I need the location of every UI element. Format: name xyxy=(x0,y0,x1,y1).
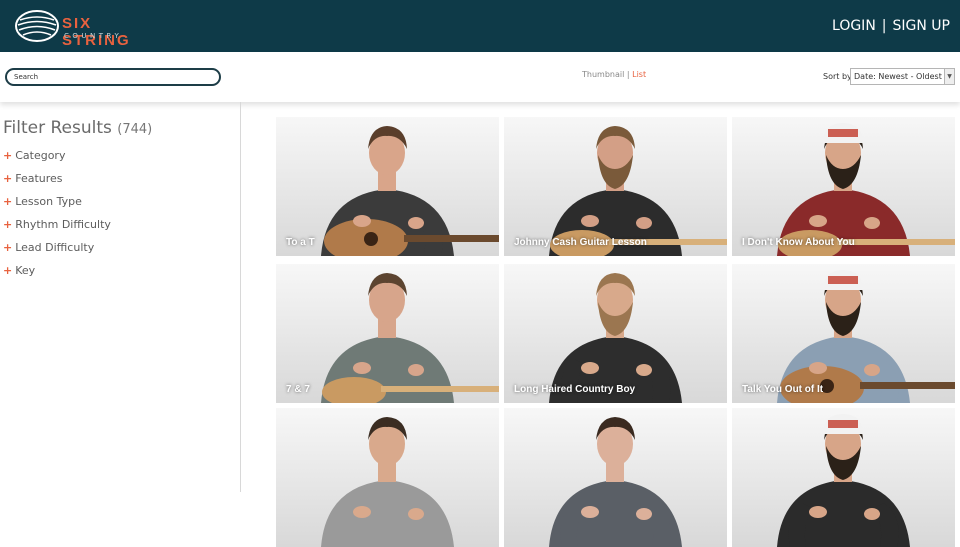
filter-item-label: Category xyxy=(15,149,66,162)
auth-links: LOGIN | SIGN UP xyxy=(832,18,950,34)
filter-item[interactable]: + Lesson Type xyxy=(3,190,111,213)
lesson-title: 7 & 7 xyxy=(286,384,310,395)
filter-list: + Category + Features + Lesson Type + Rhythm Di… xyxy=(3,144,111,282)
filter-item-label: Key xyxy=(15,264,36,277)
lesson-card[interactable]: Long Haired Country Boy xyxy=(504,264,727,403)
plus-icon: + xyxy=(3,172,13,185)
logo-emblem-icon xyxy=(15,10,59,42)
sort-select[interactable]: Date: Newest - Oldest ▼ xyxy=(850,68,955,85)
lesson-thumbnail xyxy=(777,123,955,256)
sort-label: Sort by xyxy=(823,72,852,81)
plus-icon: + xyxy=(3,241,13,254)
lesson-title: Talk You Out of It xyxy=(742,384,824,395)
lesson-title: Johnny Cash Guitar Lesson xyxy=(514,237,647,248)
filter-item[interactable]: + Features xyxy=(3,167,111,190)
filter-item-label: Rhythm Difficulty xyxy=(15,218,111,231)
lesson-thumbnail xyxy=(549,273,682,403)
lesson-card[interactable] xyxy=(732,408,955,547)
search-input[interactable] xyxy=(5,68,221,86)
lesson-card[interactable] xyxy=(504,408,727,547)
site-logo[interactable]: SIX STRING COUNTRY xyxy=(14,8,164,49)
filter-item-label: Lead Difficulty xyxy=(15,241,95,254)
filter-heading: Filter Results (744) xyxy=(3,118,152,138)
lesson-title: I Don't Know About You xyxy=(742,237,855,248)
lesson-thumbnail xyxy=(549,126,727,256)
filter-sidebar: Filter Results (744) + Category + Features +… xyxy=(0,102,241,492)
view-thumbnail-link[interactable]: Thumbnail xyxy=(582,70,624,79)
lesson-thumbnail xyxy=(321,273,499,403)
filter-item[interactable]: + Key xyxy=(3,259,111,282)
lesson-card[interactable]: 7 & 7 xyxy=(276,264,499,403)
view-separator: | xyxy=(626,70,630,79)
lesson-thumbnail xyxy=(777,270,955,403)
filter-item[interactable]: + Rhythm Difficulty xyxy=(3,213,111,236)
lesson-card[interactable]: I Don't Know About You xyxy=(732,117,955,256)
auth-separator: | xyxy=(881,18,887,34)
lesson-card[interactable]: Johnny Cash Guitar Lesson xyxy=(504,117,727,256)
signup-link[interactable]: SIGN UP xyxy=(893,18,950,34)
sort-select-value: Date: Newest - Oldest xyxy=(854,72,942,81)
lesson-title: Long Haired Country Boy xyxy=(514,384,636,395)
filter-item[interactable]: + Lead Difficulty xyxy=(3,236,111,259)
logo-subtitle: COUNTRY xyxy=(64,32,123,40)
lesson-title: To a T xyxy=(286,237,315,248)
results-count: (744) xyxy=(117,122,153,137)
view-list-link[interactable]: List xyxy=(632,70,646,79)
filter-item[interactable]: + Category xyxy=(3,144,111,167)
plus-icon: + xyxy=(3,218,13,231)
toolbar: Thumbnail | List Sort by Date: Newest - … xyxy=(0,52,960,102)
lesson-card[interactable] xyxy=(276,408,499,547)
plus-icon: + xyxy=(3,264,13,277)
site-header: SIX STRING COUNTRY LOGIN | SIGN UP xyxy=(0,0,960,52)
filter-heading-label: Filter Results xyxy=(3,118,112,138)
plus-icon: + xyxy=(3,195,13,208)
view-toggle: Thumbnail | List xyxy=(582,70,646,79)
lesson-thumbnail xyxy=(321,417,454,547)
lesson-card[interactable]: To a T xyxy=(276,117,499,256)
lesson-thumbnail xyxy=(549,417,682,547)
login-link[interactable]: LOGIN xyxy=(832,18,876,34)
filter-item-label: Lesson Type xyxy=(15,195,82,208)
lesson-thumbnail xyxy=(777,414,910,547)
lesson-thumbnail xyxy=(321,126,499,256)
chevron-down-icon: ▼ xyxy=(944,69,954,84)
plus-icon: + xyxy=(3,149,13,162)
lesson-card[interactable]: Talk You Out of It xyxy=(732,264,955,403)
filter-item-label: Features xyxy=(15,172,63,185)
